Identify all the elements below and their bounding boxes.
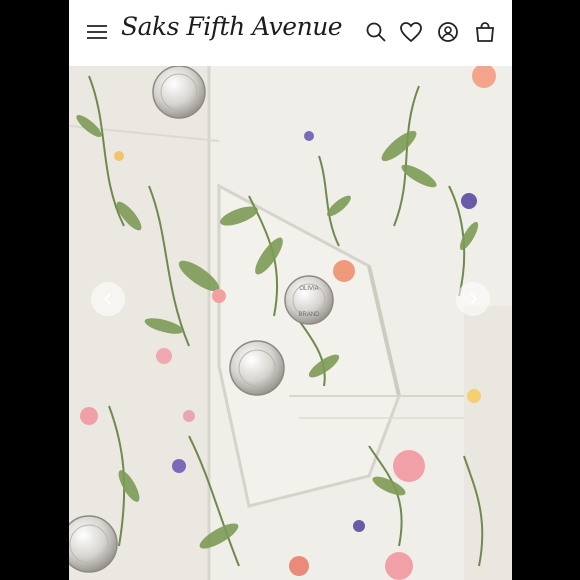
app-frame: Saks Fifth Avenue OLIVIA BRAND (69, 0, 512, 580)
heart-icon[interactable] (397, 18, 425, 46)
top-navigation-bar: Saks Fifth Avenue (69, 0, 512, 66)
search-icon[interactable] (362, 18, 390, 46)
chevron-right-icon (470, 293, 478, 305)
account-icon[interactable] (434, 18, 462, 46)
chevron-left-icon (103, 293, 111, 305)
next-image-button[interactable] (456, 282, 490, 316)
menu-icon[interactable] (83, 18, 111, 46)
brand-logo[interactable]: Saks Fifth Avenue (121, 12, 343, 41)
button-engraving-bottom: BRAND (298, 312, 320, 318)
product-image: OLIVIA BRAND (69, 66, 512, 580)
shopping-bag-icon[interactable] (471, 18, 499, 46)
product-photo-artwork: OLIVIA BRAND (69, 66, 512, 580)
button-engraving-top: OLIVIA (299, 286, 318, 292)
previous-image-button[interactable] (91, 282, 125, 316)
